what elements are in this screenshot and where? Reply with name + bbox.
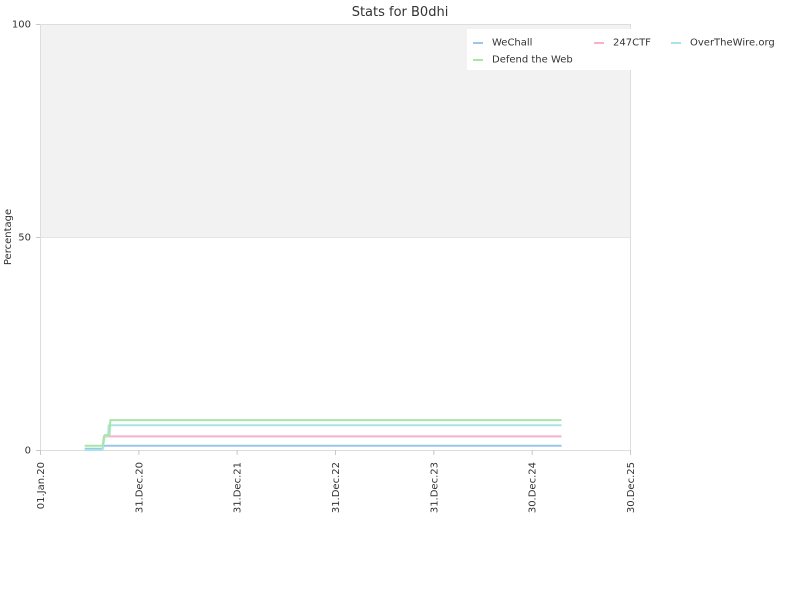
y-axis-label: Percentage (3, 209, 14, 265)
x-tick-label: 30.Dec.25 (626, 462, 637, 513)
stats-chart: 0 50 100 01.Jan.20 31.Dec.20 31.Dec.21 31.Dec.… (0, 0, 800, 600)
legend-label-wechall: WeChall (492, 38, 532, 49)
x-tick-label: 01.Jan.20 (36, 462, 47, 509)
y-tick-label: 0 (25, 446, 31, 457)
legend: WeChall 247CTF OverTheWire.org Defend the W… (467, 29, 797, 70)
chart-title: Stats for B0dhi (352, 5, 449, 20)
y-tick-label: 50 (18, 233, 31, 244)
legend-label-defend-the-web: Defend the Web (492, 55, 573, 66)
plot-band-0 (40, 237, 630, 450)
y-tick-label: 100 (12, 20, 31, 31)
legend-label-overthewire-org: OverTheWire.org (690, 38, 775, 49)
x-tick-label: 30.Dec.24 (528, 462, 539, 513)
x-tick-label: 31.Dec.23 (429, 462, 440, 513)
x-tick-label: 31.Dec.22 (331, 462, 342, 513)
x-tick-label: 31.Dec.20 (134, 462, 145, 513)
legend-label-247ctf: 247CTF (613, 38, 651, 49)
x-tick-label: 31.Dec.21 (233, 462, 244, 513)
